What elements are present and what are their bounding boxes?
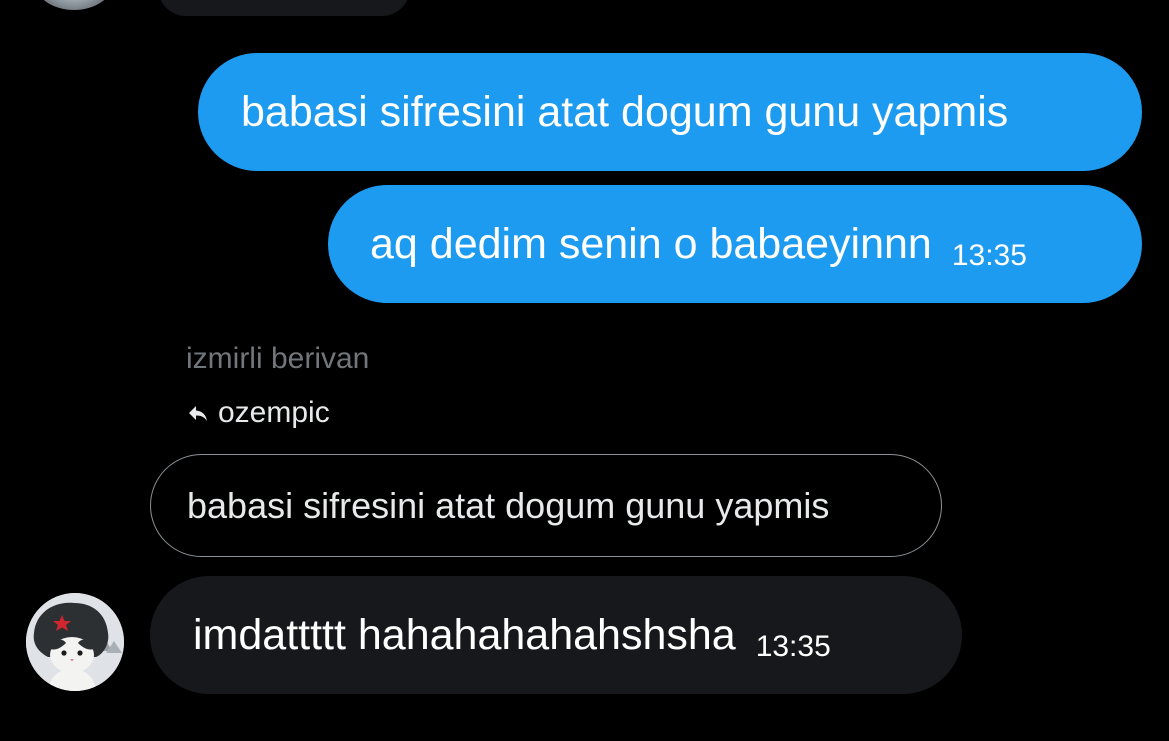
dm-conversation: babasi sifresini atat dogum gunu yapmis … [0,0,1169,741]
outgoing-message-bubble[interactable]: aq dedim senin o babaeyinnn 13:35 [328,185,1142,303]
message-text: babasi sifresini atat dogum gunu yapmis [241,87,1009,136]
message-text: imdattttt hahahahahahshsha [193,610,736,659]
incoming-message-bubble[interactable]: imdattttt hahahahahahshsha 13:35 [150,576,962,694]
outgoing-message-bubble[interactable]: babasi sifresini atat dogum gunu yapmis [198,53,1142,171]
reply-arrow-icon [189,406,207,421]
message-timestamp: 13:35 [755,630,831,663]
previous-message-bubble[interactable] [158,0,410,16]
reply-to-name: ozempic [218,396,330,429]
sender-avatar[interactable] [26,593,124,691]
previous-sender-avatar[interactable] [34,0,114,10]
quoted-text: babasi sifresini atat dogum gunu yapmis [187,484,830,526]
cat-avatar-icon [26,593,124,691]
message-timestamp: 13:35 [951,239,1027,272]
message-text: aq dedim senin o babaeyinnn [370,219,932,268]
sender-name: izmirli berivan [186,342,370,375]
quoted-message[interactable]: babasi sifresini atat dogum gunu yapmis [150,454,942,557]
reply-indicator: ozempic [186,396,330,430]
